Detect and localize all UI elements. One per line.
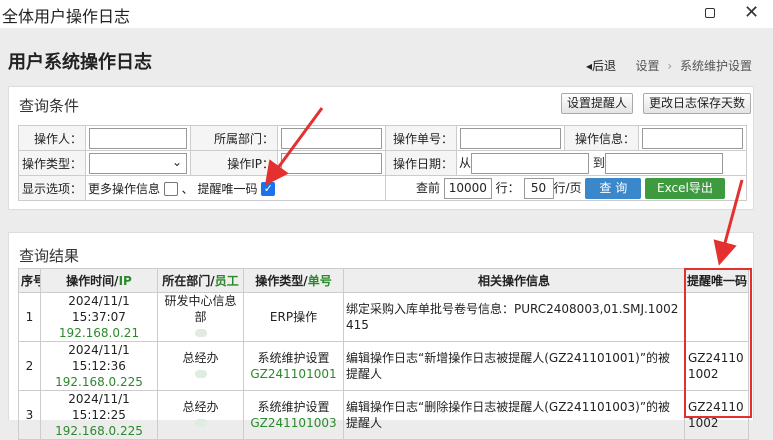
results-panel: 查询结果 序号 操作时间/IP 所在部门/员工 操作类型/单号 相关操作信息 提… [8, 232, 754, 440]
back-separator [624, 59, 628, 73]
results-heading: 查询结果 [19, 247, 80, 265]
date-from-label: 从 [459, 155, 472, 170]
table-row[interactable]: 3 2024/11/1 15:12:25 192.168.0.225 总经办 系统… [18, 390, 749, 440]
date-to-input[interactable] [604, 152, 723, 174]
op-no-label: 操作单号： [385, 125, 457, 151]
staff-redacted [194, 329, 207, 337]
row-remind-code [684, 292, 749, 342]
query-heading: 查询条件 [19, 97, 80, 115]
breadcrumb-item-maintenance[interactable]: 系统维护设置 [680, 59, 752, 73]
row-dept: 研发中心信息部 [157, 292, 244, 342]
results-table: 序号 操作时间/IP 所在部门/员工 操作类型/单号 相关操作信息 提醒唯一码 … [18, 268, 749, 440]
row-info: 编辑操作日志“新增操作日志被提醒人(GZ241101001)”的被提醒人 [343, 341, 685, 391]
row-info: 编辑操作日志“删除操作日志被提醒人(GZ241101003)”的被提醒人 [343, 390, 685, 440]
col-remind-code: 提醒唯一码 [684, 268, 749, 293]
query-rows-suffix: 行： [495, 180, 520, 195]
row-no: 1 [18, 292, 41, 342]
breadcrumb: ◂后退 设置 › 系统维护设置 [586, 57, 752, 74]
breadcrumb-item-settings[interactable]: 设置 [636, 59, 660, 73]
op-type-label: 操作类型： [18, 150, 86, 176]
table-header-row: 序号 操作时间/IP 所在部门/员工 操作类型/单号 相关操作信息 提醒唯一码 [18, 268, 749, 293]
display-options-label: 显示选项： [18, 175, 86, 201]
row-time: 2024/11/1 15:12:25 192.168.0.225 [40, 390, 158, 440]
row-remind-code: GZ241101002 [684, 341, 749, 391]
staff-redacted [194, 419, 207, 427]
row-dept: 总经办 [157, 341, 244, 391]
op-ip-input[interactable] [281, 152, 382, 174]
row-no: 2 [18, 341, 41, 391]
row-remind-code: GZ241101002 [684, 390, 749, 440]
check-icon: ✓ [263, 182, 273, 195]
row-time: 2024/11/1 15:37:07 192.168.0.21 [40, 292, 158, 342]
chevron-right-icon: › [667, 59, 673, 73]
change-retention-button[interactable]: 更改日志保存天数 [643, 93, 752, 114]
query-rows-prefix: 查前 [416, 180, 441, 195]
staff-redacted [194, 370, 207, 378]
query-rows-input[interactable]: 10000 [443, 177, 492, 199]
col-info: 相关操作信息 [343, 268, 685, 293]
page-title: 用户系统操作日志 [8, 52, 152, 73]
dept-label: 所属部门： [190, 125, 278, 151]
op-info-label: 操作信息： [564, 125, 639, 151]
table-row[interactable]: 1 2024/11/1 15:37:07 192.168.0.21 研发中心信息部… [18, 292, 749, 342]
close-button[interactable]: ✕ [744, 2, 759, 23]
window-titlebar: 全体用户操作日志 ✕ [0, 0, 773, 28]
back-link[interactable]: ◂后退 [586, 59, 616, 73]
search-button[interactable]: 查 询 [585, 177, 642, 199]
excel-export-button[interactable]: Excel导出 [645, 177, 725, 199]
col-type[interactable]: 操作类型/单号 [243, 268, 344, 293]
page-header: 用户系统操作日志 ◂后退 设置 › 系统维护设置 [0, 28, 773, 86]
row-dept: 总经办 [157, 390, 244, 440]
close-icon: ✕ [744, 2, 760, 23]
table-row[interactable]: 2 2024/11/1 15:12:36 192.168.0.225 总经办 系统… [18, 341, 749, 391]
more-info-checkbox[interactable] [163, 182, 178, 196]
dept-input[interactable] [281, 127, 382, 149]
per-page-input[interactable]: 50 [523, 177, 554, 199]
row-type: ERP操作 [243, 292, 344, 342]
per-page-suffix: 行/页 [553, 180, 582, 195]
date-from-input[interactable] [471, 152, 590, 174]
operator-label: 操作人： [18, 125, 86, 151]
op-no-input[interactable] [460, 127, 561, 149]
remind-code-checkbox[interactable]: ✓ [261, 182, 276, 196]
row-info: 绑定采购入库单批号卷号信息：PURC2408003,01.SMJ.1002415 [343, 292, 685, 342]
row-type: 系统维护设置 GZ241101003 [243, 390, 344, 440]
op-type-select[interactable]: ⌄ [89, 152, 187, 174]
more-info-label: 更多操作信息 [88, 181, 161, 196]
chevron-down-icon: ⌄ [171, 154, 182, 169]
op-date-label: 操作日期： [385, 150, 457, 176]
op-info-input[interactable] [642, 127, 743, 149]
query-form: 操作人： 所属部门： 操作单号： 操作信息： 操作类型： ⌄ 操作IP： 操作日… [18, 125, 747, 201]
window-title: 全体用户操作日志 [2, 7, 131, 26]
operator-input[interactable] [89, 127, 187, 149]
row-time: 2024/11/1 15:12:36 192.168.0.225 [40, 341, 158, 391]
row-type: 系统维护设置 GZ241101001 [243, 341, 344, 391]
col-time[interactable]: 操作时间/IP [40, 268, 158, 293]
query-panel: 查询条件 设置提醒人 更改日志保存天数 操作人： 所属部门： 操作单号： 操作信… [8, 86, 754, 210]
row-no: 3 [18, 390, 41, 440]
op-ip-label: 操作IP： [190, 150, 278, 176]
date-to-label: 到 [592, 155, 605, 170]
option-separator: 、 [181, 181, 194, 196]
col-dept[interactable]: 所在部门/员工 [157, 268, 244, 293]
maximize-button[interactable] [700, 3, 720, 23]
set-reminder-button[interactable]: 设置提醒人 [561, 93, 634, 114]
maximize-icon [705, 8, 715, 18]
remind-code-label: 提醒唯一码 [197, 181, 258, 196]
col-no: 序号 [18, 268, 41, 293]
